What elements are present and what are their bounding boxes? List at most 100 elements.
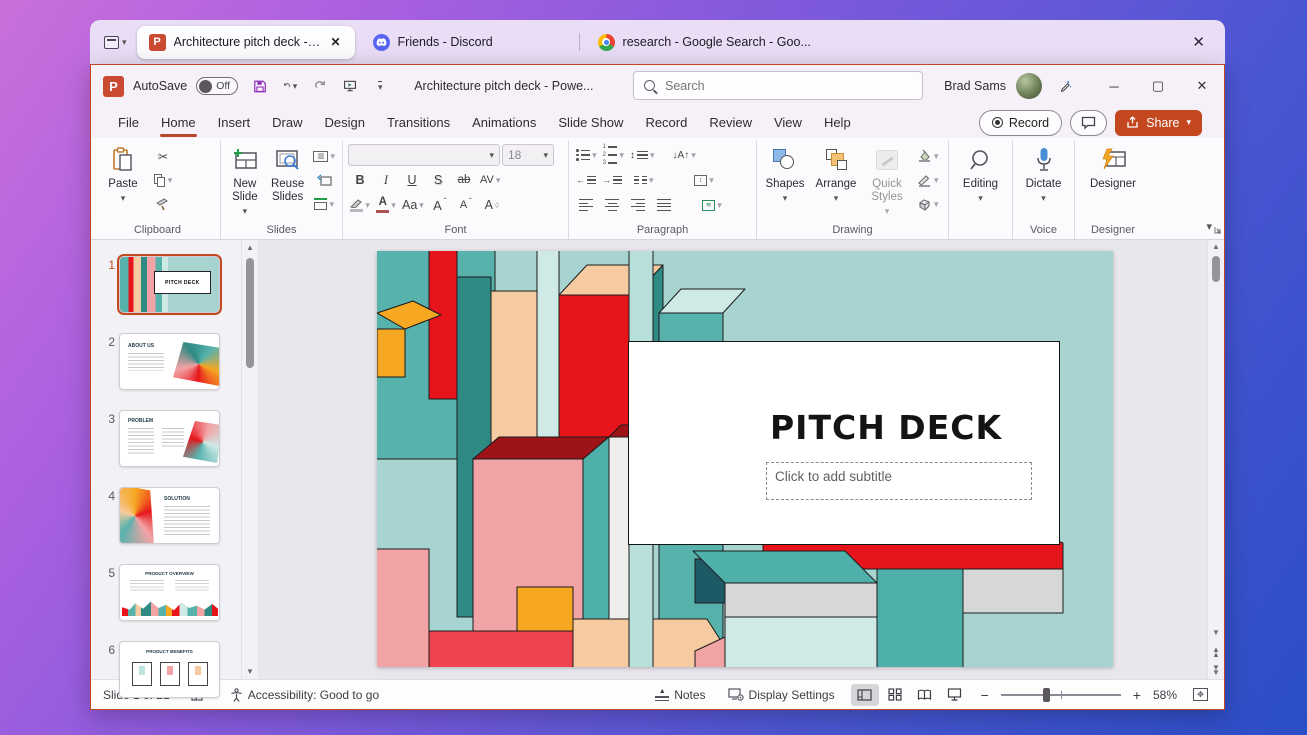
slide-title[interactable]: PITCH DECK — [770, 408, 1002, 447]
designer-button[interactable]: Designer — [1085, 142, 1141, 191]
undo-button[interactable]: ▾ — [277, 73, 303, 99]
search-box[interactable] — [633, 71, 923, 100]
arrange-button[interactable]: Arrange ▾ — [813, 142, 859, 203]
tab-powerpoint[interactable]: P Architecture pitch deck - Po... ✕ — [137, 26, 355, 59]
italic-button[interactable]: I — [374, 169, 398, 191]
decrease-indent-button[interactable]: ← — [574, 169, 598, 191]
tab-help[interactable]: Help — [813, 109, 862, 136]
shape-effects-button[interactable]: ▾ — [915, 193, 941, 215]
zoom-in-button[interactable]: + — [1131, 687, 1143, 703]
font-color-button[interactable]: A ▾ — [374, 194, 398, 216]
section-button[interactable]: ▾ — [311, 193, 337, 215]
grow-font-button[interactable]: Aˆ — [428, 194, 452, 216]
display-settings-button[interactable]: Display Settings — [722, 687, 841, 703]
share-button[interactable]: Share ▾ — [1115, 110, 1202, 136]
shrink-font-button[interactable]: Aˇ — [454, 194, 478, 216]
avatar[interactable] — [1016, 73, 1042, 99]
justify-button[interactable] — [652, 194, 676, 216]
bold-button[interactable]: B — [348, 169, 372, 191]
tab-slide-show[interactable]: Slide Show — [547, 109, 634, 136]
search-input[interactable] — [663, 78, 912, 94]
dictate-button[interactable]: Dictate ▾ — [1018, 142, 1069, 203]
thumbnail-scrollbar[interactable]: ▲ ▼ — [241, 240, 258, 679]
slide-layout-button[interactable]: ▥▾ — [311, 145, 337, 167]
align-text-button[interactable]: ↕▾ — [692, 169, 716, 191]
slide-thumbnail[interactable]: PITCH DECK — [119, 256, 220, 313]
change-case-button[interactable]: Aa▾ — [400, 194, 426, 216]
normal-view-button[interactable] — [851, 684, 879, 706]
tab-discord[interactable]: Friends - Discord — [361, 26, 573, 59]
bullets-button[interactable]: ▾ — [574, 144, 599, 166]
fit-slide-button[interactable]: ✥ — [1187, 687, 1214, 702]
slide-sorter-view-button[interactable] — [881, 684, 909, 706]
window-close-button[interactable]: ✕ — [1180, 66, 1224, 106]
next-slide-button[interactable]: ▼▼ — [1208, 666, 1224, 675]
record-button[interactable]: Record — [979, 110, 1062, 136]
tab-home[interactable]: Home — [150, 109, 207, 136]
minimize-button[interactable]: ─ — [1092, 66, 1136, 106]
columns-button[interactable]: ▾ — [632, 169, 656, 191]
quick-styles-button[interactable]: Quick Styles ▾ — [864, 142, 910, 216]
reuse-slides-button[interactable]: Reuse Slides — [269, 142, 307, 204]
thumbnail-row-6[interactable]: 6 PRODUCT BENEFITS — [91, 641, 220, 698]
slide-thumbnail[interactable]: PRODUCT BENEFITS — [119, 641, 220, 698]
text-shadow-button[interactable]: S — [426, 169, 450, 191]
tab-review[interactable]: Review — [698, 109, 763, 136]
scroll-down-icon[interactable]: ▼ — [242, 667, 258, 676]
align-right-button[interactable] — [626, 194, 650, 216]
align-center-button[interactable] — [600, 194, 624, 216]
line-spacing-button[interactable]: ↕▾ — [628, 144, 657, 166]
reset-slide-button[interactable] — [311, 169, 337, 191]
increase-indent-button[interactable]: → — [600, 169, 624, 191]
comments-button[interactable] — [1070, 110, 1107, 136]
notes-button[interactable]: ▲ Notes — [649, 687, 711, 703]
tab-draw[interactable]: Draw — [261, 109, 313, 136]
tab-insert[interactable]: Insert — [207, 109, 262, 136]
subtitle-placeholder[interactable]: Click to add subtitle — [766, 462, 1032, 500]
zoom-slider[interactable] — [1001, 694, 1121, 696]
strikethrough-button[interactable]: ab — [452, 169, 476, 191]
scroll-up-icon[interactable]: ▲ — [242, 243, 258, 252]
convert-smartart-button[interactable]: ≋▾ — [700, 194, 724, 216]
numbering-button[interactable]: ▾ — [601, 144, 626, 166]
slide-thumbnail[interactable]: PRODUCT OVERVIEW — [119, 564, 220, 621]
tab-transitions[interactable]: Transitions — [376, 109, 461, 136]
slide-canvas[interactable]: PITCH DECK Click to add subtitle — [258, 240, 1207, 679]
thumbnail-row-2[interactable]: 2 ABOUT US — [91, 333, 220, 390]
tab-record[interactable]: Record — [634, 109, 698, 136]
tab-design[interactable]: Design — [314, 109, 376, 136]
save-button[interactable] — [247, 73, 273, 99]
zoom-slider-thumb[interactable] — [1043, 688, 1050, 702]
text-direction-button[interactable]: ↓A↑▾ — [671, 144, 698, 166]
tab-group-menu-button[interactable]: ▾ — [100, 32, 131, 53]
tab-chrome[interactable]: research - Google Search - Goo... — [586, 26, 848, 59]
slideshow-view-button[interactable] — [941, 684, 969, 706]
previous-slide-button[interactable]: ▲▲ — [1208, 648, 1224, 657]
tab-animations[interactable]: Animations — [461, 109, 547, 136]
zoom-level[interactable]: 58% — [1153, 688, 1177, 702]
shape-fill-button[interactable]: ▾ — [915, 145, 941, 167]
slide-thumbnail[interactable]: ABOUT US — [119, 333, 220, 390]
scroll-up-icon[interactable]: ▲ — [1208, 242, 1224, 251]
slide-thumbnail[interactable]: PROBLEM — [119, 410, 220, 467]
scrollbar-thumb[interactable] — [246, 258, 254, 368]
thumbnail-row-4[interactable]: 4 SOLUTION — [91, 487, 220, 544]
copy-button[interactable]: ▾ — [151, 169, 175, 191]
thumbnail-row-5[interactable]: 5 PRODUCT OVERVIEW — [91, 564, 220, 621]
title-placeholder[interactable]: PITCH DECK Click to add subtitle — [628, 341, 1060, 545]
new-slide-button[interactable]: New Slide ▾ — [226, 142, 264, 216]
font-name-combo[interactable]: ▾ — [348, 144, 500, 166]
accessibility-checker-button[interactable]: Accessibility: Good to go — [224, 687, 385, 703]
scroll-down-icon[interactable]: ▼ — [1208, 628, 1224, 637]
align-left-button[interactable] — [574, 194, 598, 216]
start-slideshow-button[interactable] — [337, 73, 363, 99]
shapes-button[interactable]: Shapes ▾ — [762, 142, 808, 203]
customize-qat-button[interactable]: ▾ — [367, 73, 393, 99]
redo-button[interactable] — [307, 73, 333, 99]
character-spacing-button[interactable]: AV▾ — [478, 169, 502, 191]
slide-thumbnail[interactable]: SOLUTION — [119, 487, 220, 544]
paste-button[interactable]: Paste ▾ — [100, 142, 146, 203]
zoom-out-button[interactable]: − — [979, 687, 991, 703]
shape-outline-button[interactable]: ▾ — [915, 169, 941, 191]
ink-pen-icon[interactable] — [1052, 73, 1078, 99]
